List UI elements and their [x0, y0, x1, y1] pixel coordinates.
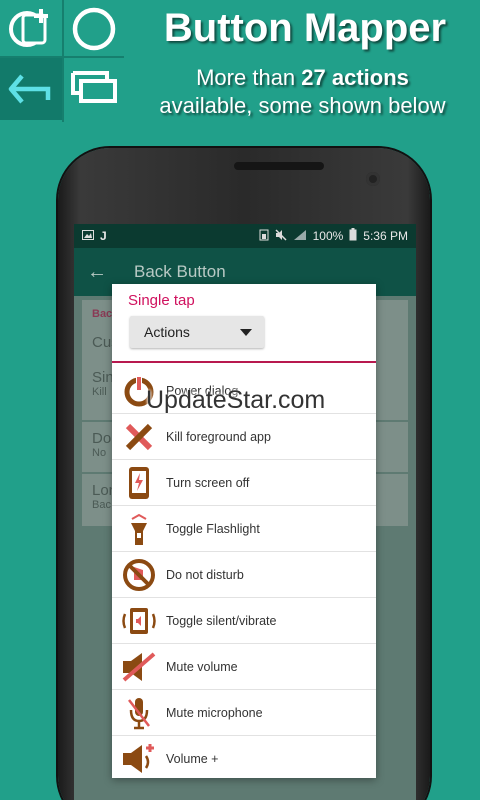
- status-bar: J 100% 5:36 PM: [74, 224, 416, 248]
- volume-up-icon: [112, 736, 166, 779]
- phone-camera: [366, 172, 380, 186]
- battery-level: 100%: [312, 229, 344, 243]
- status-left-text: J: [100, 229, 107, 243]
- clock: 5:36 PM: [363, 229, 408, 243]
- select-value: Actions: [144, 324, 190, 340]
- phone-bolt-icon: [112, 460, 166, 506]
- action-picker-dialog: Single tap Actions Power dialog Kill for…: [112, 284, 376, 778]
- action-label: Mute microphone: [166, 705, 263, 720]
- list-item[interactable]: Do not disturb: [112, 552, 376, 598]
- dialog-title: Single tap: [128, 292, 195, 309]
- battery-icon: [349, 228, 357, 244]
- image-notification-icon: [82, 229, 94, 243]
- app-bar-title: Back Button: [134, 262, 226, 281]
- add-app-icon: [0, 0, 60, 58]
- action-label: Volume +: [166, 751, 219, 766]
- action-label: Kill foreground app: [166, 429, 271, 444]
- flashlight-icon: [112, 506, 166, 552]
- promo-subtitle-part1: More than: [196, 65, 302, 90]
- list-item[interactable]: Mute microphone: [112, 690, 376, 736]
- action-label: Do not disturb: [166, 567, 244, 582]
- phone-speaker: [234, 162, 324, 170]
- action-label: Mute volume: [166, 659, 238, 674]
- mute-icon: [275, 228, 287, 244]
- action-list: Power dialog Kill foreground app Turn sc…: [112, 368, 376, 778]
- back-arrow-icon: [0, 58, 62, 120]
- vibrate-icon: [112, 598, 166, 644]
- promo-subtitle-part2: available, some shown below: [159, 93, 446, 118]
- recents-icon: [64, 58, 124, 116]
- caret-down-icon: [240, 329, 252, 336]
- list-item[interactable]: Kill foreground app: [112, 414, 376, 460]
- list-item[interactable]: Volume +: [112, 736, 376, 778]
- circle-home-icon: [64, 0, 124, 58]
- promo-title: Button Mapper: [163, 6, 447, 50]
- back-arrow-icon[interactable]: ←: [74, 261, 120, 284]
- dialog-divider: [112, 361, 376, 363]
- action-label: Turn screen off: [166, 475, 250, 490]
- feature-icon-grid: [0, 0, 124, 124]
- action-label: Toggle silent/vibrate: [166, 613, 277, 628]
- list-item[interactable]: Mute volume: [112, 644, 376, 690]
- mute-volume-icon: [112, 644, 166, 690]
- list-item[interactable]: Turn screen off: [112, 460, 376, 506]
- promo-subtitle-bold: 27 actions: [301, 65, 409, 90]
- kill-x-icon: [112, 414, 166, 460]
- action-label: Toggle Flashlight: [166, 521, 260, 536]
- list-item[interactable]: Toggle silent/vibrate: [112, 598, 376, 644]
- promo-subtitle: More than 27 actions available, some show…: [130, 64, 475, 120]
- signal-icon: [293, 229, 307, 244]
- do-not-disturb-icon: [112, 552, 166, 598]
- mute-microphone-icon: [112, 690, 166, 736]
- battery-saver-icon: [259, 229, 269, 244]
- action-type-select[interactable]: Actions: [130, 316, 264, 348]
- list-item[interactable]: Toggle Flashlight: [112, 506, 376, 552]
- watermark: UpdateStar.com: [146, 386, 326, 414]
